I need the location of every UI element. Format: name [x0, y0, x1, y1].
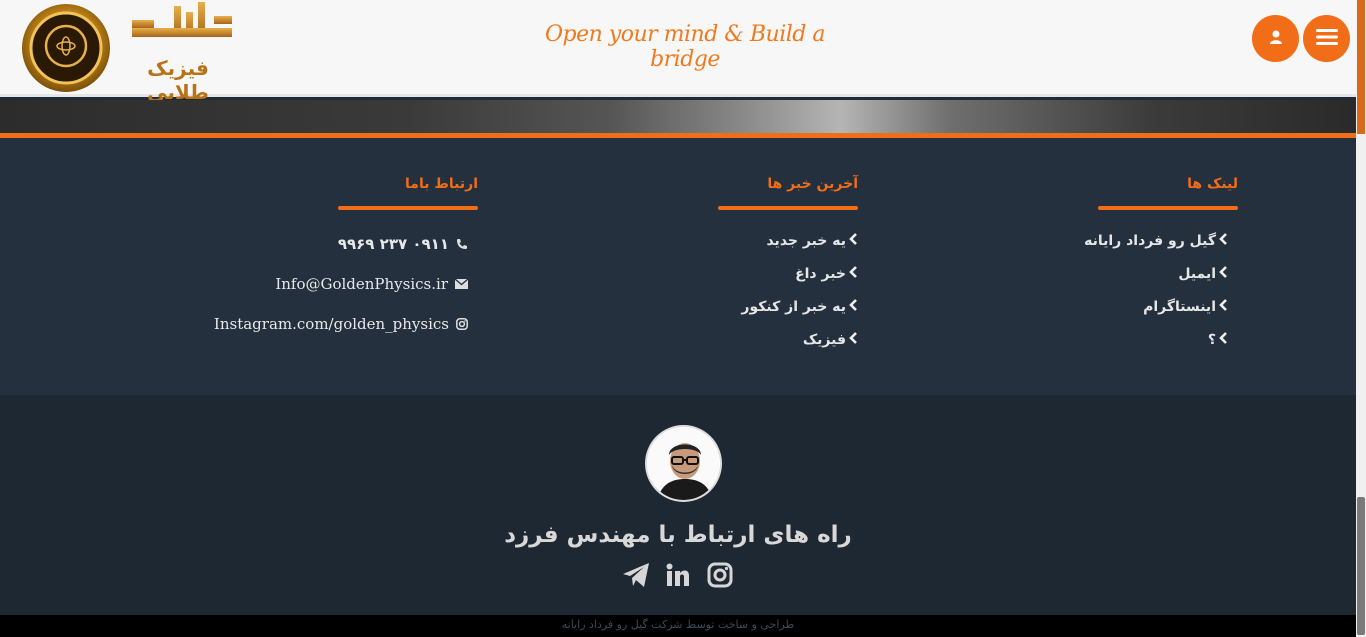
- linkedin-icon: [666, 563, 690, 591]
- logo-text: فیزیک طلایی: [147, 56, 209, 104]
- news-title-underline: [718, 206, 858, 210]
- developer-contact-title: راه های ارتباط با مهندس فرزد: [504, 522, 852, 548]
- envelope-icon: [455, 279, 468, 289]
- telegram-link[interactable]: [622, 563, 650, 591]
- footer-link-company[interactable]: گیل رو فرداد رایانه: [1084, 224, 1228, 257]
- contact-column-title: ارتباط باما: [405, 176, 478, 192]
- chevron-left-icon: [847, 232, 858, 249]
- site-tagline: Open your mind & Build a bridge: [545, 22, 825, 72]
- developer-social-links: [0, 562, 1356, 592]
- chevron-left-icon: [847, 265, 858, 282]
- footer-link-unknown[interactable]: ؟: [1084, 323, 1228, 356]
- footer-contact-column: ارتباط باما ۰۹۱۱ ۲۳۷ ۹۹۶۹ Info@GoldenPhy…: [214, 176, 478, 344]
- footer-link-email[interactable]: ایمیل: [1084, 257, 1228, 290]
- instagram-link[interactable]: [706, 562, 734, 592]
- phone-icon: [456, 238, 468, 250]
- contact-email[interactable]: Info@GoldenPhysics.ir: [214, 264, 468, 304]
- chevron-left-icon: [1217, 265, 1228, 282]
- footer-links-section: لینک ها گیل رو فرداد رایانه ایمیل اینستا…: [0, 138, 1356, 395]
- contact-title-underline: [338, 206, 478, 210]
- contact-instagram[interactable]: Instagram.com/golden_physics: [214, 304, 468, 344]
- chevron-left-icon: [847, 331, 858, 348]
- linkedin-link[interactable]: [664, 563, 692, 591]
- chevron-left-icon: [1217, 298, 1228, 315]
- scrollbar-thumb[interactable]: [1357, 497, 1365, 635]
- contact-phone[interactable]: ۰۹۱۱ ۲۳۷ ۹۹۶۹: [214, 224, 468, 264]
- user-icon: [1268, 29, 1284, 49]
- site-header: فیزیک طلایی Open your mind & Build a bri…: [0, 0, 1356, 104]
- chevron-left-icon: [1217, 331, 1228, 348]
- links-column-title: لینک ها: [1187, 176, 1238, 192]
- news-item[interactable]: یه خبر از کنکور: [718, 290, 858, 323]
- instagram-icon: [707, 562, 733, 592]
- scrollbar-header-accent: [1357, 0, 1365, 134]
- hero-image-strip: [0, 100, 1356, 134]
- chevron-left-icon: [1217, 232, 1228, 249]
- developer-section: راه های ارتباط با مهندس فرزد: [0, 395, 1356, 615]
- site-logo[interactable]: فیزیک طلایی: [18, 2, 248, 104]
- main-menu-button[interactable]: [1303, 15, 1350, 62]
- links-title-underline: [1098, 206, 1238, 210]
- news-item[interactable]: خبر داغ: [718, 257, 858, 290]
- instagram-icon: [456, 318, 468, 330]
- news-column-title: آخرین خبر ها: [767, 176, 858, 192]
- user-account-button[interactable]: [1252, 15, 1299, 62]
- chevron-left-icon: [847, 298, 858, 315]
- developer-avatar: [645, 425, 722, 502]
- footer-link-instagram[interactable]: اینستاگرام: [1084, 290, 1228, 323]
- news-item[interactable]: فیزیک: [718, 323, 858, 356]
- footer-links-column: لینک ها گیل رو فرداد رایانه ایمیل اینستا…: [1084, 176, 1238, 356]
- news-item[interactable]: یه خبر جدید: [718, 224, 858, 257]
- hamburger-menu-icon: [1315, 28, 1338, 50]
- copyright-text: طراحی و ساخت توسط شرکت گیل رو فرداد رایا…: [0, 615, 1356, 637]
- footer-news-column: آخرین خبر ها یه خبر جدید خبر داغ یه خبر …: [718, 176, 858, 356]
- telegram-icon: [622, 562, 650, 592]
